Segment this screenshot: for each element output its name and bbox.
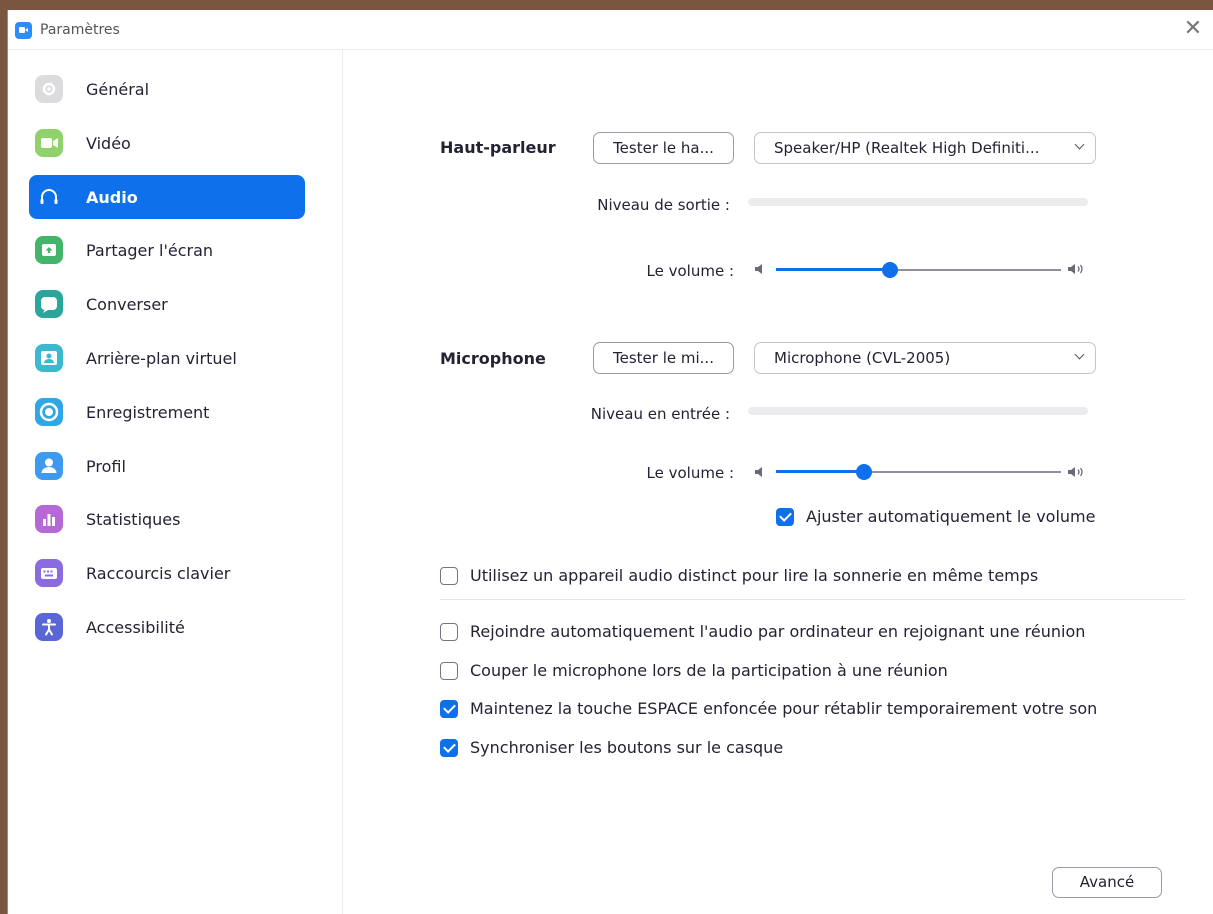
sidebar-item-label: Statistiques [86, 510, 181, 530]
sidebar-item-label: Enregistrement [86, 402, 210, 422]
speaker-device-select[interactable]: Speaker/HP (Realtek High Definiti... [754, 132, 1096, 164]
auto-join-audio-box[interactable] [440, 623, 458, 641]
audio-settings-panel: Haut-parleur Tester le ha... Speaker/HP … [344, 50, 1213, 914]
speaker-section-label: Haut-parleur [440, 138, 556, 157]
space-unmute-checkbox[interactable]: Maintenez la touche ESPACE enfoncée pour… [440, 698, 1200, 722]
sidebar-item-gear[interactable]: Général [29, 67, 305, 111]
gear-icon [35, 75, 63, 103]
test-speaker-button[interactable]: Tester le ha... [593, 132, 734, 164]
speaker-volume-fill [776, 268, 890, 271]
sync-headset-box[interactable] [440, 739, 458, 757]
volume-high-icon [1068, 467, 1083, 477]
chat-icon [35, 290, 63, 319]
profile-icon [35, 451, 63, 480]
sidebar-item-share-screen[interactable]: Partager l'écran [29, 228, 305, 272]
sidebar-item-label: Raccourcis clavier [86, 564, 231, 584]
volume-low-icon [755, 264, 762, 274]
speaker-volume-thumb[interactable] [882, 262, 898, 278]
accessibility-icon [35, 613, 63, 641]
auto-join-audio-checkbox[interactable]: Rejoindre automatiquement l'audio par or… [440, 621, 1185, 645]
title-bar: Paramètres ✕ [8, 10, 1213, 50]
virtual-background-icon [35, 344, 63, 372]
chevron-down-icon [1074, 349, 1085, 360]
microphone-volume-thumb[interactable] [856, 464, 873, 480]
microphone-section-label: Microphone [440, 349, 546, 368]
sync-headset-label: Synchroniser les boutons sur le casque [470, 738, 784, 757]
space-unmute-label: Maintenez la touche ESPACE enfoncée pour… [470, 699, 1098, 718]
test-microphone-button[interactable]: Tester le mi... [593, 342, 734, 374]
auto-adjust-volume-checkbox[interactable]: Ajuster automatiquement le volume [776, 506, 1106, 530]
close-icon[interactable]: ✕ [1181, 18, 1205, 42]
volume-high-icon [1068, 264, 1083, 274]
auto-join-audio-label: Rejoindre automatiquement l'audio par or… [470, 622, 1086, 641]
sidebar-item-label: Converser [86, 295, 168, 315]
sidebar-item-headphones[interactable]: Audio [29, 174, 305, 219]
sidebar-item-label: Accessibilité [86, 618, 185, 637]
video-icon [35, 128, 63, 157]
mute-on-join-box[interactable] [440, 662, 458, 680]
input-level-label: Niveau en entrée : [590, 405, 730, 423]
sidebar-item-label: Profil [86, 456, 126, 476]
window-title: Paramètres [40, 22, 120, 38]
settings-sidebar: Général Vidéo Audio Partager l'écran Convers… [8, 50, 343, 914]
volume-low-icon [755, 467, 762, 477]
sidebar-item-recording[interactable]: Enregistrement [29, 390, 305, 434]
sidebar-item-profile[interactable]: Profil [29, 444, 305, 488]
microphone-volume-label: Le volume : [646, 464, 734, 482]
microphone-device-value: Microphone (CVL-2005) [774, 349, 951, 367]
sidebar-item-label: Partager l'écran [86, 241, 214, 261]
sidebar-item-video[interactable]: Vidéo [29, 121, 305, 165]
sidebar-item-keyboard[interactable]: Raccourcis clavier [29, 551, 305, 595]
sidebar-item-statistics[interactable]: Statistiques [29, 497, 305, 541]
separate-ringer-checkbox[interactable]: Utilisez un appareil audio distinct pour… [440, 565, 1140, 589]
space-unmute-box[interactable] [440, 700, 458, 718]
sidebar-item-label: Vidéo [86, 133, 131, 153]
mute-on-join-label: Couper le microphone lors de la particip… [470, 661, 948, 680]
separate-ringer-label: Utilisez un appareil audio distinct pour… [470, 566, 1039, 585]
speaker-device-value: Speaker/HP (Realtek High Definiti... [774, 139, 1040, 157]
sidebar-item-accessibility[interactable]: Accessibilité [29, 605, 305, 649]
statistics-icon [35, 505, 63, 534]
zoom-app-icon [15, 22, 32, 39]
recording-icon [35, 397, 63, 426]
advanced-button[interactable]: Avancé [1052, 867, 1162, 898]
output-level-meter [748, 198, 1088, 206]
sidebar-item-label: Général [86, 80, 150, 99]
sidebar-item-virtual-background[interactable]: Arrière-plan virtuel [29, 336, 305, 380]
mute-on-join-checkbox[interactable]: Couper le microphone lors de la particip… [440, 660, 1185, 684]
keyboard-icon [35, 559, 63, 588]
speaker-volume-label: Le volume : [646, 262, 734, 280]
headphones-icon [35, 183, 63, 211]
speaker-volume-slider[interactable] [776, 260, 1061, 280]
sync-headset-checkbox[interactable]: Synchroniser les boutons sur le casque [440, 737, 1185, 761]
settings-window: Paramètres ✕ Général Vidéo Audio Partager l… [7, 10, 1213, 914]
input-level-meter [748, 407, 1088, 415]
microphone-volume-slider[interactable] [776, 462, 1061, 482]
microphone-volume-fill [776, 470, 865, 473]
share-screen-icon [35, 236, 63, 265]
auto-adjust-volume-box[interactable] [776, 508, 794, 526]
sidebar-item-chat[interactable]: Converser [29, 282, 305, 326]
divider [440, 599, 1185, 600]
sidebar-item-label: Arrière-plan virtuel [86, 349, 237, 368]
output-level-label: Niveau de sortie : [597, 196, 730, 214]
separate-ringer-box[interactable] [440, 567, 458, 585]
sidebar-item-label: Audio [86, 187, 138, 207]
microphone-device-select[interactable]: Microphone (CVL-2005) [754, 342, 1096, 374]
chevron-down-icon [1074, 139, 1085, 150]
auto-adjust-volume-label: Ajuster automatiquement le volume [806, 507, 1096, 526]
